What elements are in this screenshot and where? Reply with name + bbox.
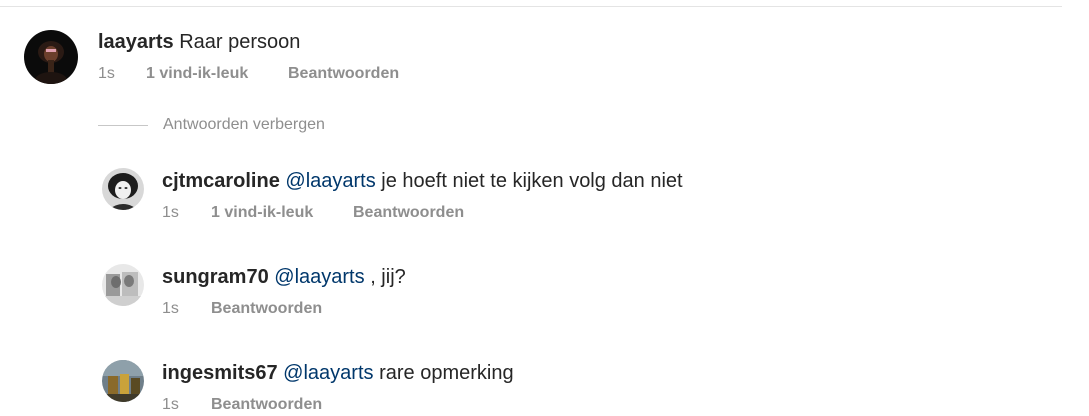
reply-button[interactable]: Beantwoorden	[211, 396, 322, 414]
timestamp: 1s	[98, 65, 115, 82]
avatar[interactable]	[24, 30, 78, 84]
comment-body: je hoeft niet te kijken volg dan niet	[381, 170, 683, 192]
mention-link[interactable]: @laayarts	[274, 266, 364, 288]
comment-body: Raar persoon	[179, 31, 301, 53]
reply-button[interactable]: Beantwoorden	[353, 204, 464, 222]
timestamp: 1s	[162, 204, 179, 221]
comment-text: ingesmits67 @laayarts rare opmerking	[162, 362, 514, 385]
timestamp: 1s	[162, 396, 179, 413]
comment-text: laayarts Raar persoon	[98, 31, 300, 54]
hide-replies-line	[98, 124, 148, 126]
username[interactable]: cjtmcaroline	[162, 170, 280, 192]
username[interactable]: sungram70	[162, 266, 269, 288]
mention-link[interactable]: @laayarts	[285, 170, 375, 192]
avatar[interactable]	[102, 264, 144, 306]
hide-replies-label: Antwoorden verbergen	[163, 116, 325, 133]
comment-meta: 1s Beantwoorden	[162, 396, 322, 414]
timestamp: 1s	[162, 300, 179, 317]
hide-replies-toggle[interactable]: Antwoorden verbergen	[98, 116, 325, 134]
mention-link[interactable]: @laayarts	[283, 362, 373, 384]
likes-count[interactable]: 1 vind-ik-leuk	[146, 65, 288, 83]
comment-text: sungram70 @laayarts , jij?	[162, 266, 406, 289]
username[interactable]: ingesmits67	[162, 362, 278, 384]
comment-meta: 1s Beantwoorden	[162, 300, 322, 318]
comment-body: rare opmerking	[379, 362, 514, 384]
reply-button[interactable]: Beantwoorden	[211, 300, 322, 318]
top-divider	[0, 6, 1062, 7]
reply-button[interactable]: Beantwoorden	[288, 65, 399, 83]
avatar[interactable]	[102, 360, 144, 402]
comment-text: cjtmcaroline @laayarts je hoeft niet te …	[162, 170, 683, 193]
comment-meta: 1s 1 vind-ik-leuk Beantwoorden	[98, 65, 399, 83]
username[interactable]: laayarts	[98, 31, 174, 53]
comment-body: , jij?	[370, 266, 406, 288]
avatar[interactable]	[102, 168, 144, 210]
comment-meta: 1s 1 vind-ik-leuk Beantwoorden	[162, 204, 464, 222]
likes-count[interactable]: 1 vind-ik-leuk	[211, 204, 353, 222]
